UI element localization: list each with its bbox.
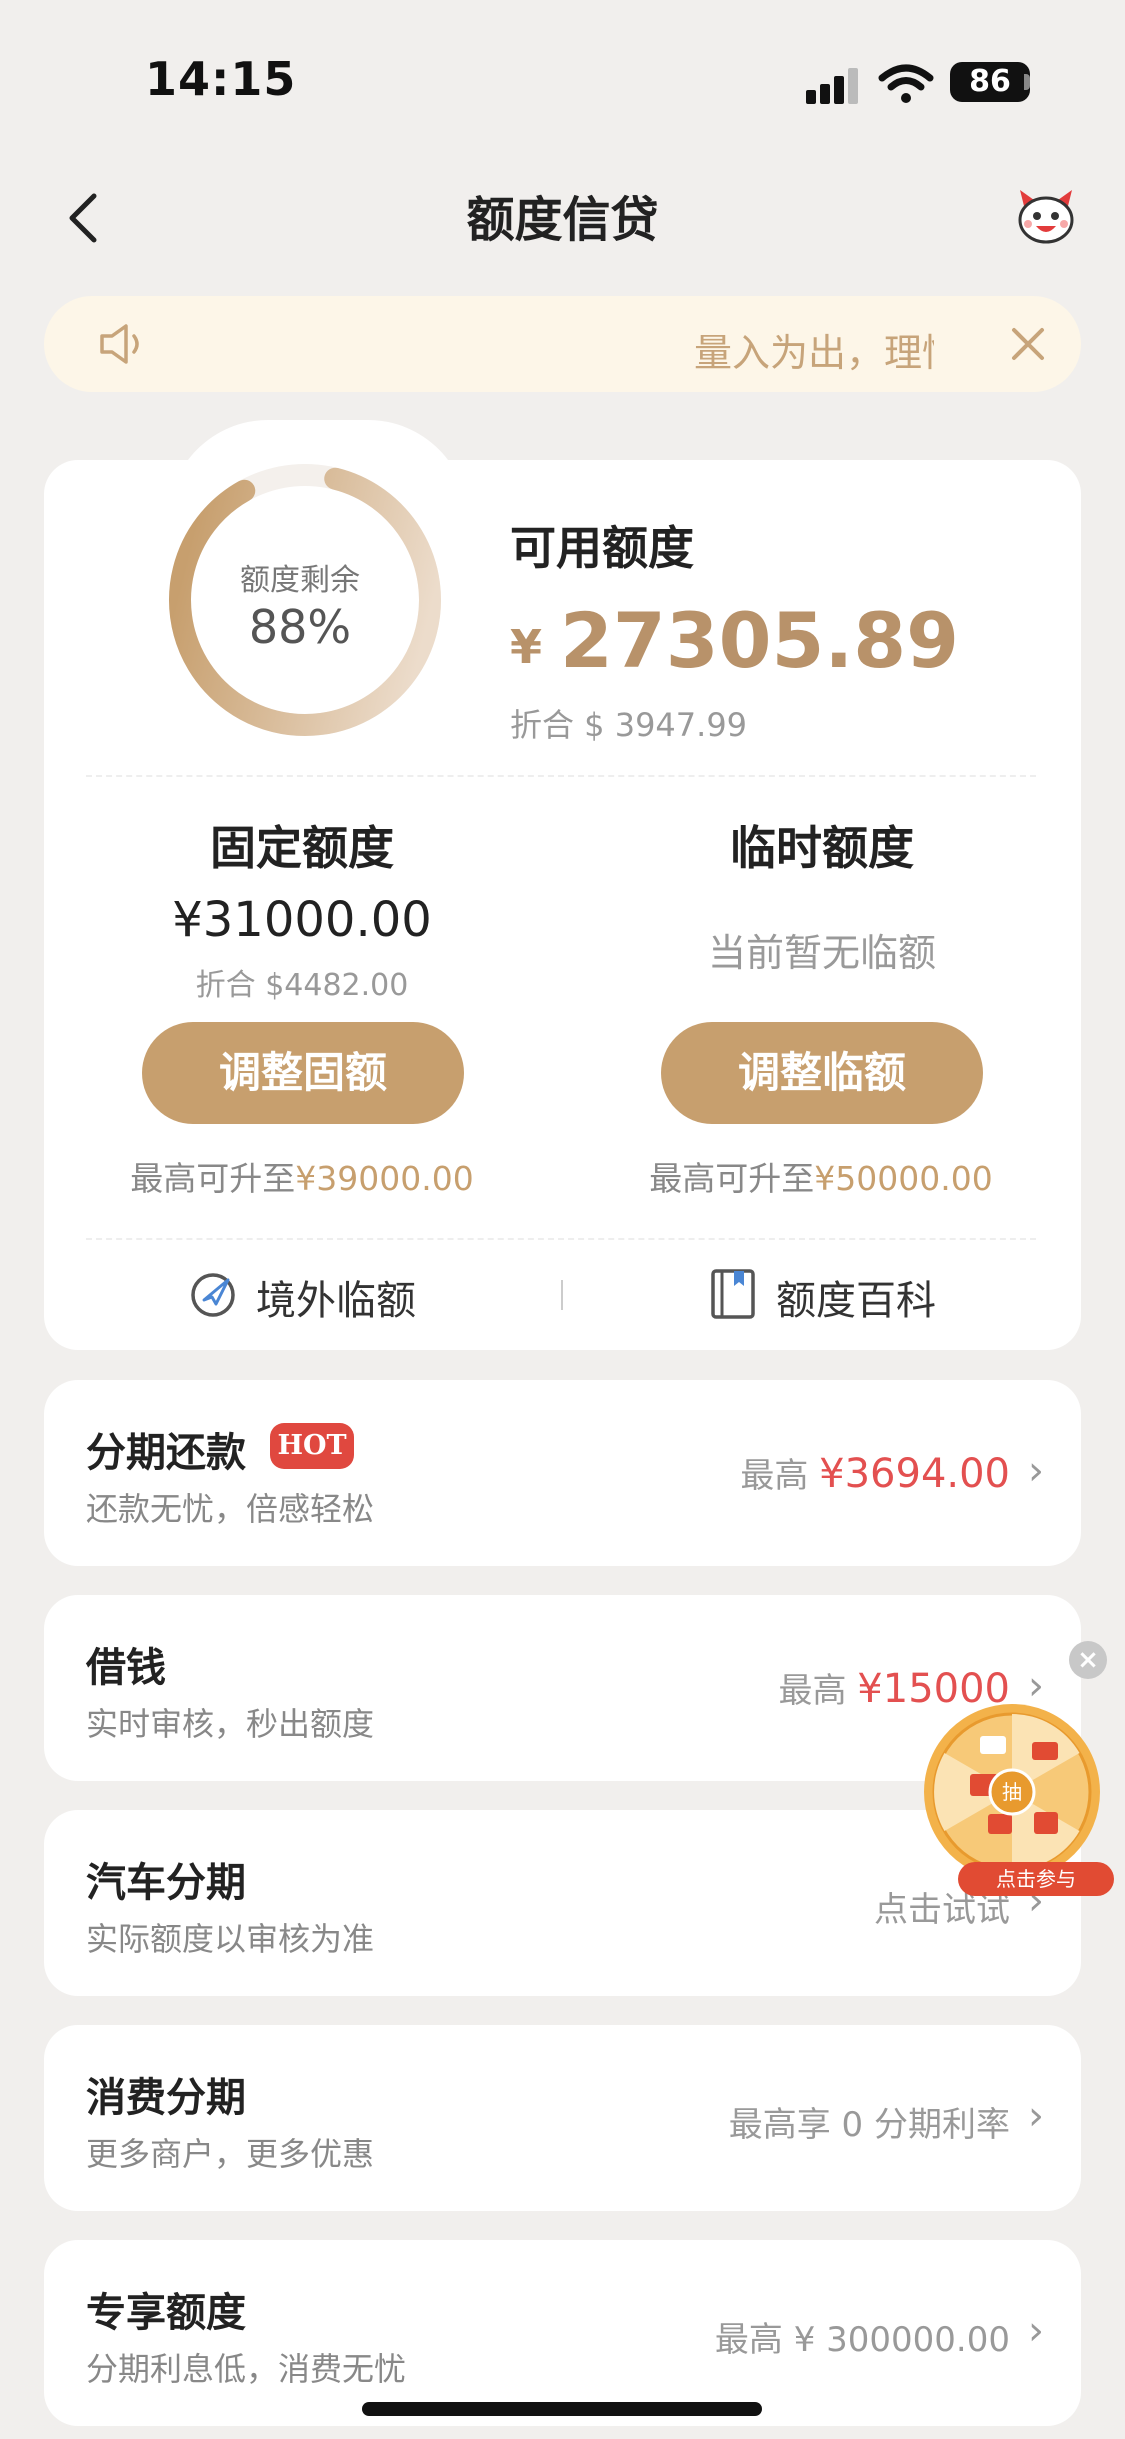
mascot-icon[interactable] bbox=[1014, 188, 1078, 246]
product-title: 专享额度 bbox=[86, 2290, 246, 2336]
divider bbox=[86, 775, 1036, 777]
battery-tip bbox=[1024, 74, 1030, 90]
right-amount: ¥3694.00 bbox=[819, 1451, 1010, 1497]
plane-icon[interactable] bbox=[188, 1270, 238, 1320]
temp-limit-title: 临时额度 bbox=[730, 821, 914, 875]
notice-text: 量入为出，理性消费 bbox=[694, 331, 934, 375]
temp-max-line: 最高可升至¥50000.00 bbox=[571, 1152, 1071, 1200]
close-icon[interactable] bbox=[1008, 324, 1048, 364]
product-title: 分期还款 bbox=[86, 1430, 246, 1476]
lucky-wheel[interactable]: 抽 bbox=[922, 1702, 1102, 1882]
product-right-value: 最高 ¥ 300000.00 bbox=[714, 2320, 1010, 2360]
battery-indicator: 86 bbox=[950, 62, 1030, 102]
chevron-right-icon: › bbox=[1028, 1448, 1044, 1494]
speaker-icon bbox=[100, 324, 139, 364]
ring-percent: 88% bbox=[248, 600, 352, 654]
status-time: 14:15 bbox=[145, 52, 297, 106]
ring-label: 额度剩余 bbox=[240, 563, 360, 598]
currency-symbol: ¥ bbox=[510, 620, 543, 674]
divider bbox=[86, 1238, 1036, 1240]
limit-wiki-link[interactable]: 额度百科 bbox=[776, 1268, 936, 1326]
fixed-limit-amount: ¥31000.00 bbox=[172, 892, 432, 948]
overseas-limit-link[interactable]: 境外临额 bbox=[256, 1268, 416, 1326]
available-label: 可用额度 bbox=[510, 521, 694, 575]
signal-icon bbox=[806, 68, 858, 104]
product-subtitle: 更多商户，更多优惠 bbox=[86, 2135, 375, 2173]
chevron-right-icon: › bbox=[1028, 2093, 1044, 2139]
fixed-limit-converted: 折合 $4482.00 bbox=[195, 968, 409, 1003]
page-title: 额度信贷 bbox=[466, 192, 659, 248]
product-title: 消费分期 bbox=[86, 2075, 246, 2121]
temp-max-prefix: 最高可升至 bbox=[649, 1159, 815, 1198]
fixed-max-line: 最高可升至¥39000.00 bbox=[52, 1152, 552, 1200]
fixed-limit-title: 固定额度 bbox=[210, 821, 394, 875]
close-icon[interactable]: × bbox=[1069, 1641, 1107, 1679]
fixed-max-prefix: 最高可升至 bbox=[130, 1159, 296, 1198]
wifi-icon bbox=[878, 64, 934, 103]
available-amount: 27305.89 bbox=[560, 596, 960, 685]
home-indicator bbox=[362, 2402, 762, 2416]
product-title: 汽车分期 bbox=[86, 1860, 246, 1906]
right-prefix: 最高 bbox=[740, 1456, 809, 1496]
product-right-value: 最高享 0 分期利率 bbox=[728, 2105, 1010, 2145]
adjust-temp-button[interactable]: 调整临额 bbox=[661, 1022, 983, 1124]
wheel-center-text: 抽 bbox=[1002, 1780, 1022, 1804]
product-subtitle: 实时审核，秒出额度 bbox=[86, 1705, 375, 1743]
join-now-button[interactable]: 点击参与 bbox=[958, 1862, 1114, 1896]
temp-max-amount: ¥50000.00 bbox=[814, 1159, 993, 1198]
product-title: 借钱 bbox=[86, 1645, 166, 1691]
hot-badge: HOT bbox=[270, 1423, 354, 1469]
chevron-right-icon: › bbox=[1028, 2308, 1044, 2354]
fixed-max-amount: ¥39000.00 bbox=[295, 1159, 474, 1198]
right-prefix: 最高 bbox=[778, 1671, 847, 1711]
shortcut-divider bbox=[561, 1280, 563, 1310]
temp-limit-status: 当前暂无临额 bbox=[707, 931, 936, 975]
product-subtitle: 还款无忧，倍感轻松 bbox=[86, 1490, 375, 1528]
book-icon[interactable] bbox=[710, 1268, 756, 1320]
available-converted: 折合 $ 3947.99 bbox=[510, 706, 748, 744]
adjust-fixed-button[interactable]: 调整固额 bbox=[142, 1022, 464, 1124]
product-right-value: 最高 ¥3694.00 bbox=[740, 1448, 1010, 1497]
product-subtitle: 分期利息低，消费无忧 bbox=[86, 2350, 407, 2388]
product-subtitle: 实际额度以审核为准 bbox=[86, 1920, 375, 1958]
